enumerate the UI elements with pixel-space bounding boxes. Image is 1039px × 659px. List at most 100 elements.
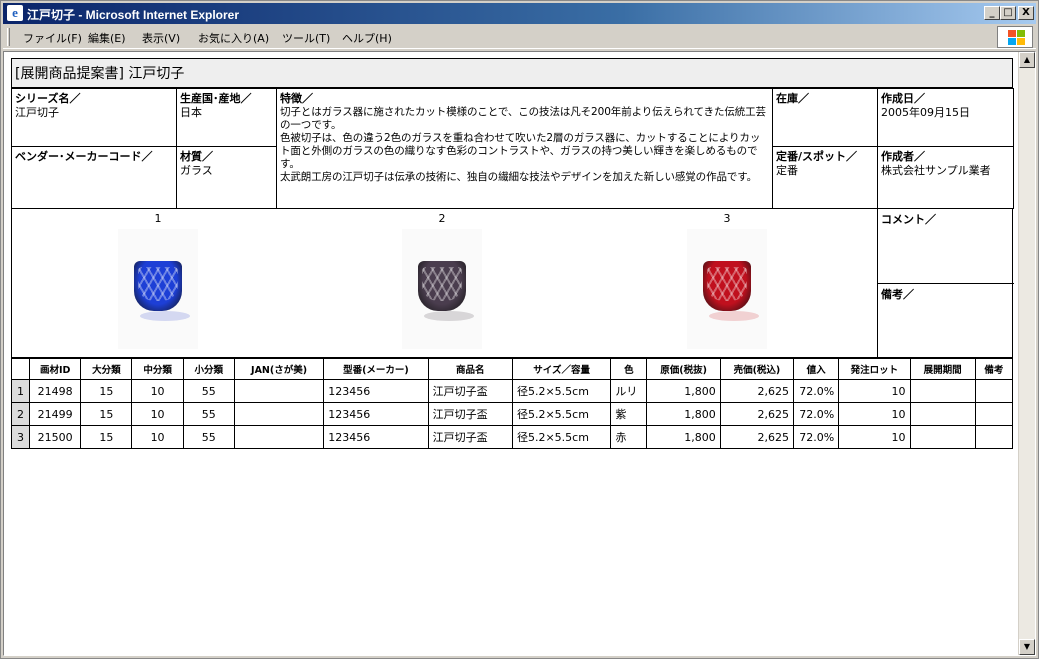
menu-file[interactable]: ファイル(F)	[23, 30, 82, 46]
toolbar-grip[interactable]	[7, 28, 10, 46]
cell-minor-category: 55	[182, 402, 235, 426]
author-cell: 作成者／ 株式会社サンプル業者	[877, 146, 1014, 209]
column-header-middle-category: 中分類	[131, 358, 184, 380]
menu-bar: ファイル(F) 編集(E) 表示(V) お気に入り(A) ツール(T) ヘルプ(…	[3, 25, 1036, 49]
vendor-code-label: ベンダー･メーカーコード／	[15, 150, 153, 163]
column-header-retail-price: 売価(税込)	[719, 358, 795, 380]
cell-cost-price: 1,800	[646, 379, 721, 403]
title-bar: e 江戸切子 - Microsoft Internet Explorer _ □…	[3, 3, 1036, 24]
column-header-model-number: 型番(メーカー)	[323, 358, 429, 380]
table-row: 1 21498 15 10 55 123456 江戸切子盃 径5.2×5.5cm ルリ 1,800…	[10, 379, 1014, 403]
cell-material-id: 21498	[29, 379, 82, 403]
comment-label: コメント／	[881, 213, 936, 226]
cell-middle-category: 10	[131, 379, 184, 403]
features-line: 切子とはガラス器に施されたカット模様のことで、この技法は凡そ200年前より伝えら…	[280, 106, 766, 131]
red-kiriko-cup-image	[687, 229, 767, 349]
vertical-scrollbar[interactable]: ▲ ▼	[1018, 52, 1035, 655]
image-number: 2	[438, 212, 446, 225]
cup	[703, 261, 751, 311]
close-button[interactable]: X	[1018, 6, 1034, 20]
cell-period	[909, 402, 976, 426]
cell-period	[909, 379, 976, 403]
window-title: 江戸切子 - Microsoft Internet Explorer	[27, 8, 240, 22]
cell-model-number: 123456	[323, 379, 429, 403]
cell-retail-price: 2,625	[719, 402, 795, 426]
cell-color: ルリ	[610, 379, 648, 403]
comment-section: コメント／	[878, 209, 1014, 283]
cell-material-id: 21499	[29, 402, 82, 426]
table-row: 3 21500 15 10 55 123456 江戸切子盃 径5.2×5.5cm 赤 1,800 2…	[10, 425, 1014, 449]
scroll-down-arrow-icon[interactable]: ▼	[1019, 639, 1035, 655]
items-header-row: 画材ID 大分類 中分類 小分類 JAN(さが美) 型番(メーカー) 商品名 サイズ／容量色原…	[10, 358, 1014, 380]
scroll-up-arrow-icon[interactable]: ▲	[1019, 52, 1035, 68]
cell-remarks	[974, 402, 1014, 426]
blue-kiriko-cup-image	[118, 229, 198, 349]
menu-edit[interactable]: 編集(E)	[88, 30, 126, 46]
vendor-code-cell: ベンダー･メーカーコード／	[11, 146, 177, 209]
cell-size-capacity: 径5.2×5.5cm	[511, 402, 612, 426]
column-header-product-name: 商品名	[427, 358, 513, 380]
regular-spot-cell: 定番/スポット／ 定番	[772, 146, 878, 209]
column-header-size-capacity: サイズ／容量	[511, 358, 612, 380]
column-header-markup: 値入	[793, 358, 840, 380]
column-header-jan-code: JAN(さが美)	[233, 358, 325, 380]
features-line: 太武朗工房の江戸切子は伝承の技術に、独自の繊細な技法やデザインを加えた新しい感覚…	[280, 171, 758, 183]
column-header-period: 展開期間	[909, 358, 976, 380]
column-header-major-category: 大分類	[80, 358, 133, 380]
product-info-table: シリーズ名／ 江戸切子 生産国･産地／ 日本 特徴／ 切子とはガラス器に施された…	[11, 88, 1014, 209]
cell-minor-category: 55	[182, 379, 235, 403]
cell-color: 赤	[610, 425, 648, 449]
menu-view[interactable]: 表示(V)	[142, 30, 180, 46]
column-header-material-id: 画材ID	[29, 358, 82, 380]
table-row: 2 21499 15 10 55 123456 江戸切子盃 径5.2×5.5cm 紫 1,800 2…	[10, 402, 1014, 426]
product-image-1: 1	[118, 209, 198, 349]
cell-middle-category: 10	[131, 425, 184, 449]
series-label: シリーズ名／	[15, 92, 81, 105]
menu-tools[interactable]: ツール(T)	[282, 30, 330, 46]
author-value: 株式会社サンプル業者	[881, 164, 991, 177]
stock-cell: 在庫／	[772, 88, 878, 147]
menu-help[interactable]: ヘルプ(H)	[342, 30, 392, 46]
material-label: 材質／	[180, 150, 213, 163]
features-label: 特徴／	[280, 92, 313, 105]
column-header-order-lot: 発注ロット	[838, 358, 911, 380]
series-cell: シリーズ名／ 江戸切子	[11, 88, 177, 147]
minimize-button[interactable]: _	[984, 6, 1000, 20]
comment-remarks-box: コメント／ 備考／	[877, 209, 1014, 357]
cell-remarks	[974, 379, 1014, 403]
maximize-button[interactable]: □	[1000, 6, 1016, 20]
cell-major-category: 15	[80, 425, 133, 449]
cell-period	[909, 425, 976, 449]
cell-material-id: 21500	[29, 425, 82, 449]
cell-remarks	[974, 425, 1014, 449]
cell-minor-category: 55	[182, 425, 235, 449]
ie-window: e 江戸切子 - Microsoft Internet Explorer _ □…	[0, 0, 1039, 659]
cell-color: 紫	[610, 402, 648, 426]
product-image-3: 3	[687, 209, 767, 349]
cell-jan-code	[233, 425, 325, 449]
origin-label: 生産国･産地／	[180, 92, 252, 105]
cell-retail-price: 2,625	[719, 425, 795, 449]
cell-size-capacity: 径5.2×5.5cm	[511, 379, 612, 403]
features-line: 色被切子は、色の違う2色のガラスを重ね合わせて吹いた2層のガラス器に、カットする…	[280, 132, 761, 170]
created-date-value: 2005年09月15日	[881, 106, 970, 119]
windows-logo-icon	[997, 26, 1033, 48]
cell-cost-price: 1,800	[646, 425, 721, 449]
cell-product-name: 江戸切子盃	[427, 379, 513, 403]
cell-row-number: 2	[10, 402, 31, 426]
cell-markup: 72.0%	[793, 425, 840, 449]
internet-explorer-icon: e	[7, 5, 23, 21]
remarks-label: 備考／	[881, 288, 914, 301]
material-cell: 材質／ ガラス	[176, 146, 277, 209]
image-number: 3	[723, 212, 731, 225]
column-header-row-number	[10, 358, 31, 380]
cup	[418, 261, 466, 311]
cell-markup: 72.0%	[793, 402, 840, 426]
cell-cost-price: 1,800	[646, 402, 721, 426]
cup	[134, 261, 182, 311]
cell-retail-price: 2,625	[719, 379, 795, 403]
column-header-remarks: 備考	[974, 358, 1014, 380]
image-number: 1	[154, 212, 162, 225]
material-value: ガラス	[180, 164, 213, 177]
menu-favorites[interactable]: お気に入り(A)	[198, 30, 269, 46]
